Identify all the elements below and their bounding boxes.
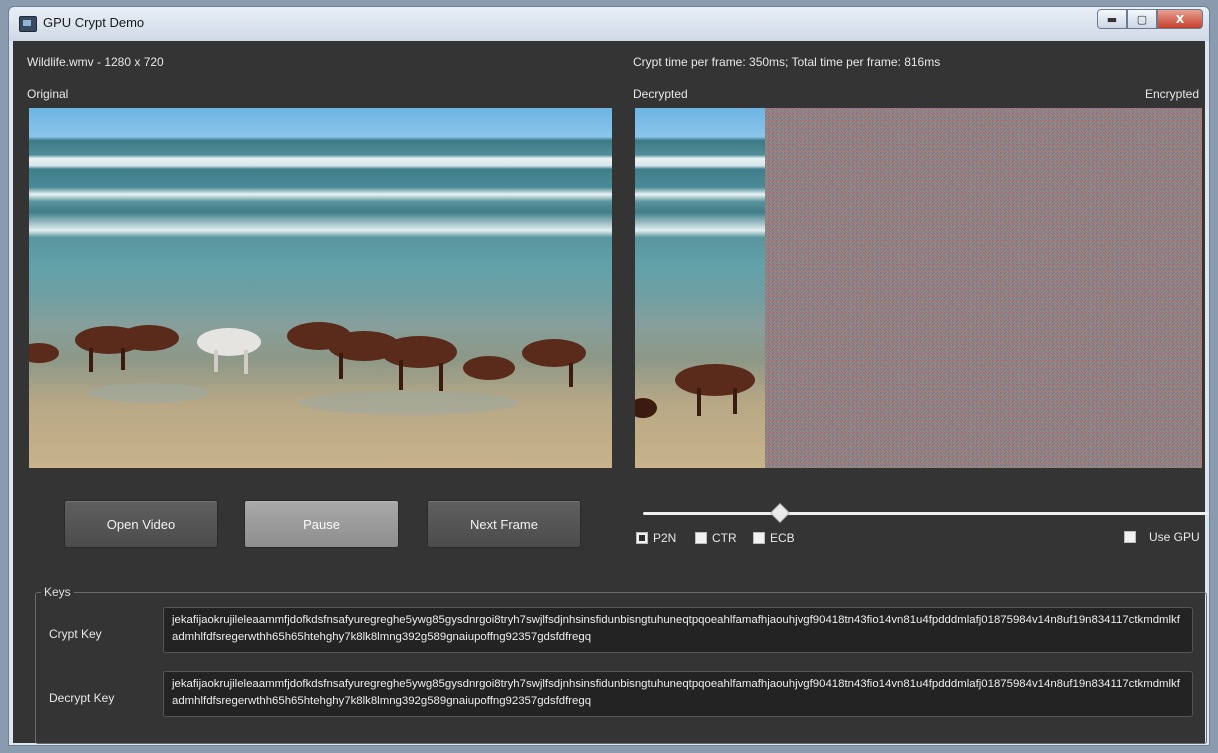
window-title: GPU Crypt Demo <box>43 15 145 30</box>
next-frame-button[interactable]: Next Frame <box>427 500 581 548</box>
main-content: Wildlife.wmv - 1280 x 720 Crypt time per… <box>13 41 1209 744</box>
original-video-frame <box>29 108 612 468</box>
p2n-label: P2N <box>653 531 677 545</box>
title-bar[interactable]: GPU Crypt Demo ▬ ▢ X <box>9 7 1209 41</box>
pause-button[interactable]: Pause <box>244 500 399 548</box>
maximize-button[interactable]: ▢ <box>1127 9 1157 29</box>
ecb-label: ECB <box>770 531 795 545</box>
crypt-key-label: Crypt Key <box>49 627 102 641</box>
horses-image <box>29 322 586 415</box>
open-video-button[interactable]: Open Video <box>64 500 218 548</box>
window-controls: ▬ ▢ X <box>1097 9 1203 29</box>
app-icon <box>19 16 37 32</box>
p2n-checkbox[interactable] <box>636 532 648 544</box>
frame-slider-track[interactable] <box>643 512 1209 515</box>
crypt-key-field[interactable]: jekafijaokrujileleaammfjdofkdsfnsafyureg… <box>163 607 1193 653</box>
ctr-label: CTR <box>712 531 737 545</box>
decrypted-label: Decrypted <box>633 87 688 101</box>
decrypt-key-label: Decrypt Key <box>49 691 115 705</box>
close-button[interactable]: X <box>1157 9 1203 29</box>
minimize-button[interactable]: ▬ <box>1097 9 1127 29</box>
encrypted-video-frame <box>765 108 1202 468</box>
use-gpu-label: Use GPU <box>1149 530 1200 544</box>
decrypt-key-field[interactable]: jekafijaokrujileleaammfjdofkdsfnsafyureg… <box>163 671 1193 717</box>
use-gpu-checkbox[interactable] <box>1124 531 1136 543</box>
decrypted-video-frame <box>635 108 765 468</box>
app-window: GPU Crypt Demo ▬ ▢ X Wildlife.wmv - 1280… <box>8 6 1210 746</box>
keys-legend: Keys <box>41 585 74 599</box>
horses-partial-image <box>635 364 755 418</box>
ecb-checkbox[interactable] <box>753 532 765 544</box>
video-info-label: Wildlife.wmv - 1280 x 720 <box>27 55 164 69</box>
frame-slider-thumb[interactable] <box>769 503 790 523</box>
ctr-checkbox[interactable] <box>695 532 707 544</box>
encrypted-label: Encrypted <box>1144 87 1199 101</box>
original-label: Original <box>27 87 69 101</box>
timing-label: Crypt time per frame: 350ms; Total time … <box>633 55 941 69</box>
